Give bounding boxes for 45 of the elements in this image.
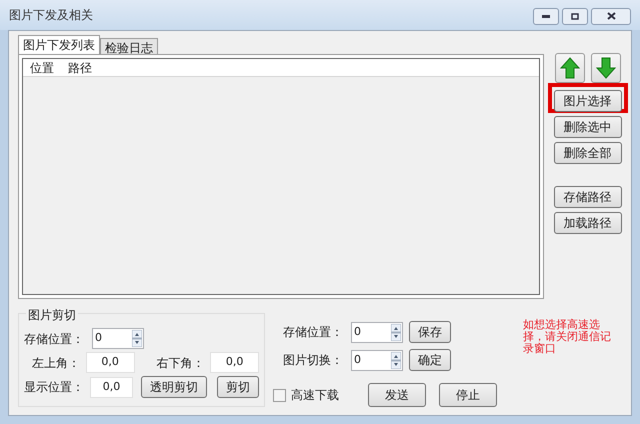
field-label: 左上角： [30, 354, 80, 372]
input-field[interactable]: 0,0 [86, 352, 134, 373]
side-button[interactable]: 存储路径 [554, 186, 622, 208]
input-field[interactable]: 0,0 [210, 352, 259, 373]
side-button[interactable]: 删除选中 [554, 116, 622, 138]
field-label: 存储位置： [24, 330, 85, 348]
stop-button[interactable]: 停止 [439, 383, 497, 407]
cut-button[interactable]: 剪切 [217, 376, 259, 398]
move-down-button[interactable] [590, 53, 620, 83]
spinner-arrows-icon[interactable] [391, 352, 401, 368]
column-header[interactable]: 路径 [61, 58, 99, 76]
move-up-button[interactable] [554, 53, 584, 83]
close-button[interactable] [591, 8, 631, 24]
side-button[interactable]: 删除全部 [554, 142, 622, 164]
spinner-arrows-icon[interactable] [391, 324, 401, 340]
input-field[interactable]: 0,0 [90, 376, 133, 398]
up-arrow-icon [560, 57, 580, 79]
side-button[interactable]: 图片选择 [554, 90, 622, 112]
field-label: 存储位置： [283, 324, 344, 341]
column-header[interactable]: 位置 [23, 58, 61, 76]
field-label: 显示位置： [24, 379, 84, 396]
checkbox[interactable] [273, 388, 286, 402]
minimize-button[interactable] [533, 8, 559, 24]
save-button[interactable]: 保存 [409, 321, 451, 343]
checkbox-label: 高速下载 [291, 387, 339, 404]
field-label: 右下角： [155, 354, 204, 372]
group-title: 图片剪切 [26, 306, 78, 324]
confirm-button[interactable]: 确定 [409, 349, 451, 371]
maximize-icon [571, 12, 579, 20]
close-icon [606, 12, 616, 20]
minimize-icon [542, 14, 550, 18]
side-button[interactable]: 加载路径 [554, 212, 622, 234]
window-title: 图片下发及相关 [9, 7, 93, 24]
tab[interactable]: 图片下发列表 [18, 35, 100, 54]
notice-text: 如想选择高速选择，请关闭通信记录窗口 [523, 319, 611, 355]
maximize-button[interactable] [562, 8, 588, 24]
down-arrow-icon [596, 57, 616, 79]
spin-field[interactable]: 0 [351, 322, 403, 342]
spin-field[interactable]: 0 [351, 350, 403, 370]
tab[interactable]: 检验日志 [100, 38, 158, 54]
send-button[interactable]: 发送 [368, 383, 426, 407]
spin-field[interactable]: 0 [92, 328, 144, 349]
spinner-arrows-icon[interactable] [132, 330, 142, 347]
field-label: 图片切换： [283, 352, 344, 369]
transparent-cut-button[interactable]: 透明剪切 [141, 376, 207, 398]
